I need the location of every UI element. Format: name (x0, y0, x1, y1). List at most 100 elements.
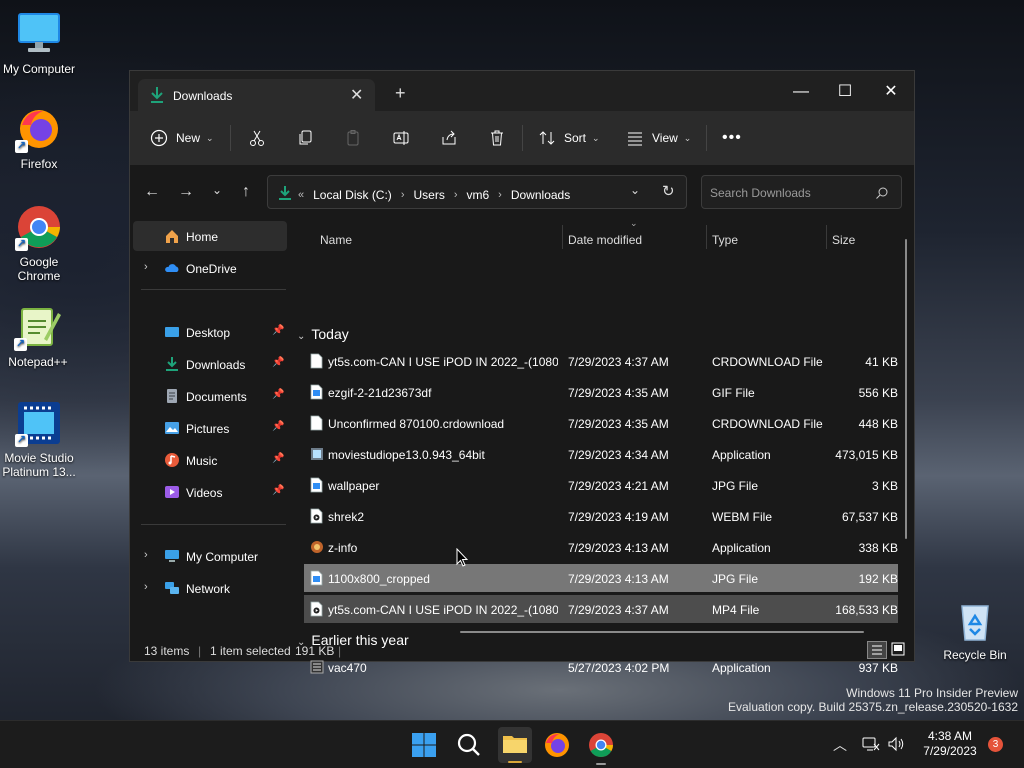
file-row[interactable]: yt5s.com-CAN I USE iPOD IN 2022_-(1080..… (304, 347, 898, 375)
show-hidden-icons-chevron-icon[interactable]: ︿ (833, 735, 847, 755)
column-header-name[interactable]: Name (320, 233, 352, 247)
paste-button[interactable] (344, 125, 362, 151)
new-tab-button[interactable]: + (395, 83, 406, 103)
cut-button[interactable] (248, 125, 266, 151)
breadcrumb-item[interactable]: Local Disk (C:) (313, 188, 392, 202)
scissors-icon (248, 129, 266, 147)
column-divider[interactable] (706, 225, 707, 249)
column-divider[interactable] (562, 225, 563, 249)
nav-item-my-computer[interactable]: › My Computer (133, 541, 287, 571)
nav-item-music[interactable]: Music 📌 (133, 445, 287, 475)
nav-item-desktop[interactable]: Desktop 📌 (133, 317, 287, 347)
breadcrumb-item[interactable]: Downloads (511, 188, 570, 202)
share-button[interactable] (440, 125, 458, 151)
copy-button[interactable] (296, 125, 314, 151)
column-header-date[interactable]: Date modified (568, 233, 642, 247)
recent-locations-button[interactable]: ⌄ (205, 183, 229, 203)
rename-button[interactable] (392, 125, 410, 151)
tab-downloads[interactable]: Downloads ✕ (138, 79, 375, 111)
desktop-icon-my-computer[interactable]: My Computer (0, 10, 79, 76)
group-header-today[interactable]: ⌄ Today (297, 326, 349, 342)
chevron-down-icon: ⌄ (206, 132, 214, 143)
file-row[interactable]: 1100x800_cropped 7/29/2023 4:13 AM JPG Fil… (304, 564, 898, 592)
chevron-down-icon: ⌄ (683, 132, 692, 143)
address-history-chevron-icon[interactable]: ⌄ (630, 183, 640, 197)
file-list: Name Date modified ⌄ Type Size ⌄ Today yt… (292, 218, 914, 675)
monitor-icon (15, 10, 63, 58)
network-status-icon[interactable] (862, 736, 880, 755)
file-type: MP4 File (712, 603, 760, 617)
up-button[interactable]: ↑ (234, 183, 258, 203)
forward-button[interactable]: → (174, 183, 198, 203)
pin-icon[interactable]: 📌 (272, 421, 284, 432)
notification-badge[interactable]: 3 (988, 737, 1003, 752)
start-button[interactable] (410, 731, 438, 759)
vertical-scrollbar[interactable] (905, 239, 907, 539)
column-header-size[interactable]: Size (832, 233, 855, 247)
nav-item-videos[interactable]: Videos 📌 (133, 477, 287, 507)
breadcrumb-item[interactable]: Users (413, 188, 444, 202)
clock[interactable]: 4:38 AM 7/29/2023 (920, 729, 980, 759)
pin-icon[interactable]: 📌 (272, 453, 284, 464)
search-box[interactable]: Search Downloads (701, 175, 902, 209)
nav-item-downloads[interactable]: Downloads 📌 (133, 349, 287, 379)
file-row[interactable]: wallpaper 7/29/2023 4:21 AM JPG File 3 KB (304, 471, 898, 499)
pin-icon[interactable]: 📌 (272, 485, 284, 496)
file-row[interactable]: z-info 7/29/2023 4:13 AM Application 338 KB (304, 533, 898, 561)
minimize-button[interactable]: — (778, 77, 824, 107)
desktop-icon-chrome[interactable]: ↗ Google Chrome (0, 203, 79, 283)
file-row[interactable]: Unconfirmed 870100.crdownload 7/29/2023 4… (304, 409, 898, 437)
file-row[interactable]: yt5s.com-CAN I USE iPOD IN 2022_-(1080..… (304, 595, 898, 623)
rename-icon (392, 129, 410, 147)
navigation-pane: Home › OneDrive Desktop 📌 Downloads 📌 Do… (130, 219, 290, 633)
pin-icon[interactable]: 📌 (272, 357, 284, 368)
nav-divider (141, 289, 286, 290)
tab-close-icon[interactable]: ✕ (350, 85, 363, 105)
desktop-icon-recycle-bin[interactable]: Recycle Bin (935, 596, 1015, 662)
details-view-toggle[interactable] (867, 641, 887, 659)
desktop-icon-movie-studio[interactable]: ↗ Movie Studio Platinum 13... (0, 399, 79, 479)
taskbar-firefox[interactable] (543, 731, 571, 759)
toolbar-divider (522, 125, 523, 151)
column-divider[interactable] (826, 225, 827, 249)
file-row[interactable]: moviestudiope13.0.943_64bit 7/29/2023 4:3… (304, 440, 898, 468)
music-icon (164, 452, 180, 468)
maximize-button[interactable]: ☐ (822, 77, 868, 107)
horizontal-scrollbar[interactable] (460, 631, 864, 633)
back-button[interactable]: ← (140, 183, 164, 203)
search-button[interactable] (455, 731, 483, 759)
image-file-icon (310, 570, 323, 586)
status-divider: | (338, 644, 342, 658)
more-options-button[interactable]: ••• (722, 125, 742, 151)
desktop-icon-notepadpp[interactable]: ↗ Notepad++ (0, 303, 78, 369)
volume-icon[interactable] (887, 736, 905, 755)
nav-item-pictures[interactable]: Pictures 📌 (133, 413, 287, 443)
new-button[interactable]: New ⌄ (150, 125, 214, 151)
taskbar-chrome[interactable] (587, 731, 615, 765)
nav-item-network[interactable]: › Network (133, 573, 287, 603)
nav-item-documents[interactable]: Documents 📌 (133, 381, 287, 411)
file-type: JPG File (712, 572, 759, 586)
file-row[interactable]: shrek2 7/29/2023 4:19 AM WEBM File 67,537 K… (304, 502, 898, 530)
sort-indicator-icon: ⌄ (630, 218, 638, 228)
column-header-type[interactable]: Type (712, 233, 738, 247)
address-bar[interactable]: « Local Disk (C:) › Users › vm6 › Downlo… (267, 175, 687, 209)
refresh-icon[interactable]: ↻ (662, 182, 675, 200)
sort-button[interactable]: Sort ⌄ (538, 125, 600, 151)
taskbar-file-explorer[interactable] (498, 727, 532, 763)
view-button[interactable]: View ⌄ (626, 125, 691, 151)
file-size: 556 KB (858, 386, 898, 400)
view-button-label: View (652, 131, 678, 145)
monitor-icon (164, 548, 180, 564)
pin-icon[interactable]: 📌 (272, 325, 284, 336)
nav-item-onedrive[interactable]: › OneDrive (133, 253, 287, 283)
desktop-icon-firefox[interactable]: ↗ Firefox (0, 105, 79, 171)
delete-button[interactable] (488, 125, 506, 151)
nav-item-home[interactable]: Home (133, 221, 287, 251)
file-row[interactable]: ezgif-2-21d23673df 7/29/2023 4:35 AM GIF F… (304, 378, 898, 406)
tiles-view-toggle[interactable] (890, 641, 908, 659)
file-name: z-info (328, 541, 358, 555)
close-window-button[interactable]: ✕ (868, 77, 914, 107)
breadcrumb-item[interactable]: vm6 (467, 188, 490, 202)
pin-icon[interactable]: 📌 (272, 389, 284, 400)
